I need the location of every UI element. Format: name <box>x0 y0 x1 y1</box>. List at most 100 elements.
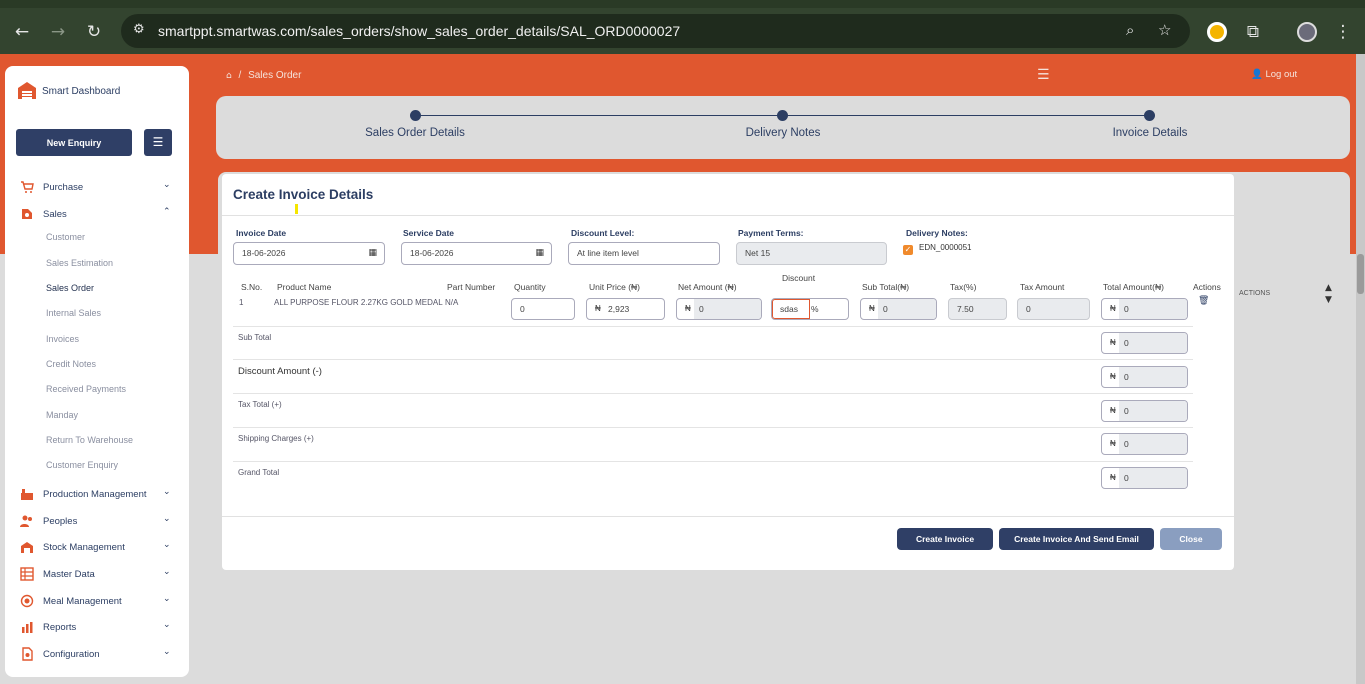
sidebar-item-production-management[interactable]: Production Management ⌄ <box>5 485 189 505</box>
reload-icon[interactable]: ↻ <box>84 22 104 42</box>
sidebar-item-peoples[interactable]: Peoples ⌄ <box>5 512 189 532</box>
chevron-down-icon: ⌄ <box>163 620 171 630</box>
service-date-input[interactable]: 18-06-2026 ▦ <box>401 242 552 265</box>
sidebar-sub-sales-estimation[interactable]: Sales Estimation <box>46 258 113 268</box>
header-menu-icon[interactable]: ☰ <box>1037 67 1050 83</box>
shipping-charges-field[interactable]: ₦ 0 <box>1101 433 1188 455</box>
page-scrollbar[interactable] <box>1356 54 1365 684</box>
sidebar-item-sales[interactable]: Sales ⌃ <box>5 205 189 225</box>
order-stepper: Sales Order Details Delivery Notes Invoi… <box>216 96 1350 159</box>
underlying-actions-header: ACTIONS <box>1239 290 1271 297</box>
naira-symbol: ₦ <box>869 304 875 313</box>
naira-symbol: ₦ <box>1110 304 1116 313</box>
sidebar-sub-customer[interactable]: Customer <box>46 232 85 242</box>
sub-total-summary-field: ₦ 0 <box>1101 332 1188 354</box>
step-dot-2[interactable] <box>777 110 788 121</box>
site-info-icon[interactable]: ⚙ <box>133 22 145 37</box>
back-icon[interactable]: ← <box>12 22 32 42</box>
chevron-down-icon: ⌄ <box>163 540 171 550</box>
discount-amount-field: ₦ 0 <box>1101 366 1188 388</box>
shipping-charges-label: Shipping Charges (+) <box>238 434 314 443</box>
extension-icon[interactable] <box>1207 22 1227 42</box>
discount-level-select[interactable]: At line item level <box>568 242 720 265</box>
payment-terms-field: Net 15 <box>736 242 887 265</box>
tax-field: 7.50 <box>948 298 1007 320</box>
discount-input-group[interactable]: sdas % <box>771 298 849 320</box>
sidebar-menu-toggle-icon[interactable]: ☰ <box>144 129 172 156</box>
row-divider <box>233 326 1193 327</box>
browser-toolbar: ← → ↻ ⚙ smartppt.smartwas.com/sales_orde… <box>0 8 1365 54</box>
cart-icon <box>21 181 34 193</box>
sidebar-sub-manday[interactable]: Manday <box>46 410 78 420</box>
sidebar-item-reports[interactable]: Reports ⌄ <box>5 618 189 638</box>
chevron-down-icon: ⌄ <box>163 180 171 190</box>
tax-total-label: Tax Total (+) <box>238 400 282 409</box>
user-icon: 👤 <box>1251 69 1263 80</box>
sidebar-sub-return-to-warehouse[interactable]: Return To Warehouse <box>46 435 133 445</box>
browser-menu-icon[interactable]: ⋮ <box>1333 22 1353 42</box>
breadcrumb-separator: / <box>238 70 242 81</box>
delivery-note-checkbox[interactable]: ✓ <box>903 245 913 255</box>
profile-avatar[interactable] <box>1297 22 1317 42</box>
sidebar-item-purchase[interactable]: Purchase ⌄ <box>5 178 189 198</box>
delivery-notes-label: Delivery Notes: <box>906 228 968 238</box>
sidebar-sub-customer-enquiry[interactable]: Customer Enquiry <box>46 460 118 470</box>
bookmark-star-icon[interactable]: ☆ <box>1158 21 1171 39</box>
delete-row-icon[interactable]: 🗑 <box>1198 296 1209 306</box>
sales-icon <box>22 209 32 219</box>
sidebar-sub-internal-sales[interactable]: Internal Sales <box>46 308 101 318</box>
mouse-cursor-highlight <box>295 204 298 214</box>
logout-link[interactable]: 👤 Log out <box>1251 69 1297 80</box>
new-enquiry-button[interactable]: New Enquiry <box>16 129 132 156</box>
modal-header-divider <box>222 215 1234 216</box>
col-sno: S.No. <box>241 282 263 292</box>
col-unit-price: Unit Price (₦) <box>589 282 641 292</box>
close-button[interactable]: Close <box>1160 528 1222 550</box>
col-total-amount: Total Amount(₦) <box>1103 282 1164 292</box>
modal-title: Create Invoice Details <box>233 187 374 202</box>
col-tax: Tax(%) <box>950 282 977 292</box>
create-invoice-send-email-button[interactable]: Create Invoice And Send Email <box>999 528 1154 550</box>
browser-tab-strip <box>0 0 1365 8</box>
step-dot-3[interactable] <box>1144 110 1155 121</box>
quantity-input[interactable]: 0 <box>511 298 575 320</box>
zoom-icon[interactable]: ⌕ <box>1126 21 1134 39</box>
create-invoice-button[interactable]: Create Invoice <box>897 528 993 550</box>
puzzle-extensions-icon[interactable]: ⧉ <box>1243 22 1263 42</box>
row-divider <box>233 393 1193 394</box>
discount-percent-label: % <box>811 304 819 314</box>
people-icon <box>20 515 32 527</box>
step-invoice-details[interactable]: Invoice Details <box>1070 127 1230 139</box>
breadcrumb-current[interactable]: Sales Order <box>248 70 301 81</box>
sidebar-sub-invoices[interactable]: Invoices <box>46 334 79 344</box>
address-bar[interactable]: ⚙ smartppt.smartwas.com/sales_orders/sho… <box>121 14 1190 48</box>
step-sales-order-details[interactable]: Sales Order Details <box>335 127 495 139</box>
url-text: smartppt.smartwas.com/sales_orders/show_… <box>158 23 681 39</box>
chevron-down-icon: ⌄ <box>163 647 171 657</box>
sort-icon[interactable]: ▲ ▼ <box>1325 282 1332 306</box>
step-delivery-notes[interactable]: Delivery Notes <box>703 127 863 139</box>
calendar-icon[interactable]: ▦ <box>535 243 544 264</box>
page-scrollbar-thumb[interactable] <box>1357 254 1364 294</box>
modal-footer-divider <box>222 516 1234 517</box>
naira-symbol: ₦ <box>595 304 601 313</box>
invoice-date-input[interactable]: 18-06-2026 ▦ <box>233 242 385 265</box>
sidebar-sub-credit-notes[interactable]: Credit Notes <box>46 359 96 369</box>
sidebar-sub-sales-order[interactable]: Sales Order <box>46 283 94 293</box>
brand-name[interactable]: Smart Dashboard <box>42 86 120 97</box>
sidebar-item-master-data[interactable]: Master Data ⌄ <box>5 565 189 585</box>
sidebar-item-stock-management[interactable]: Stock Management ⌄ <box>5 538 189 558</box>
forward-icon[interactable]: → <box>48 22 68 42</box>
sidebar-sub-received-payments[interactable]: Received Payments <box>46 384 126 394</box>
chevron-down-icon: ⌄ <box>163 487 171 497</box>
home-icon[interactable]: ⌂ <box>226 71 232 81</box>
row-part-number: N/A <box>445 298 459 307</box>
step-dot-1[interactable] <box>410 110 421 121</box>
unit-price-input[interactable]: ₦ 2,923 <box>586 298 665 320</box>
sidebar-item-meal-management[interactable]: Meal Management ⌄ <box>5 592 189 612</box>
calendar-icon[interactable]: ▦ <box>368 243 377 264</box>
tax-total-field: ₦ 0 <box>1101 400 1188 422</box>
row-divider <box>233 461 1193 462</box>
col-discount: Discount <box>782 273 816 283</box>
sidebar-item-configuration[interactable]: Configuration ⌄ <box>5 645 189 665</box>
